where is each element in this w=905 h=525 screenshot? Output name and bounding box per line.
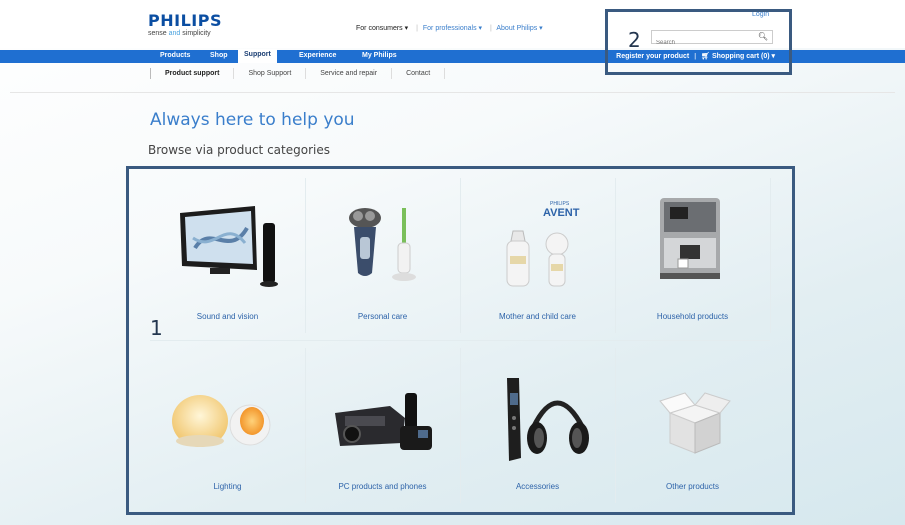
for-professionals-link[interactable]: For professionals ▾: [423, 25, 482, 32]
about-philips-link[interactable]: About Philips ▾: [496, 25, 542, 32]
nav-experience[interactable]: Experience: [299, 52, 336, 59]
annotation-number-2: 2: [628, 28, 641, 52]
header-divider: [10, 92, 895, 93]
nav-my-philips[interactable]: My Philips: [362, 52, 397, 59]
annotation-number-1: 1: [150, 316, 163, 340]
nav-shop[interactable]: Shop: [210, 52, 228, 59]
for-consumers-link[interactable]: For consumers ▾: [356, 25, 408, 32]
tagline: sense and simplicity: [148, 30, 211, 37]
audience-switcher: For consumers ▾ | For professionals ▾ | …: [356, 25, 543, 32]
subnav-contact[interactable]: Contact: [391, 68, 446, 79]
subnav-shop-support[interactable]: Shop Support: [233, 68, 305, 79]
annotation-box-1: [126, 166, 795, 515]
subnav-product-support[interactable]: Product support: [150, 68, 233, 79]
page-title: Always here to help you: [150, 110, 355, 130]
subnav-service-repair[interactable]: Service and repair: [305, 68, 391, 79]
support-subnav: Product support Shop Support Service and r…: [150, 68, 446, 88]
nav-support[interactable]: Support: [238, 49, 277, 63]
philips-logo[interactable]: PHILIPS sense and simplicity: [148, 11, 222, 37]
section-subtitle: Browse via product categories: [148, 143, 330, 157]
nav-products[interactable]: Products: [160, 52, 190, 59]
brand-name: PHILIPS: [148, 11, 222, 30]
